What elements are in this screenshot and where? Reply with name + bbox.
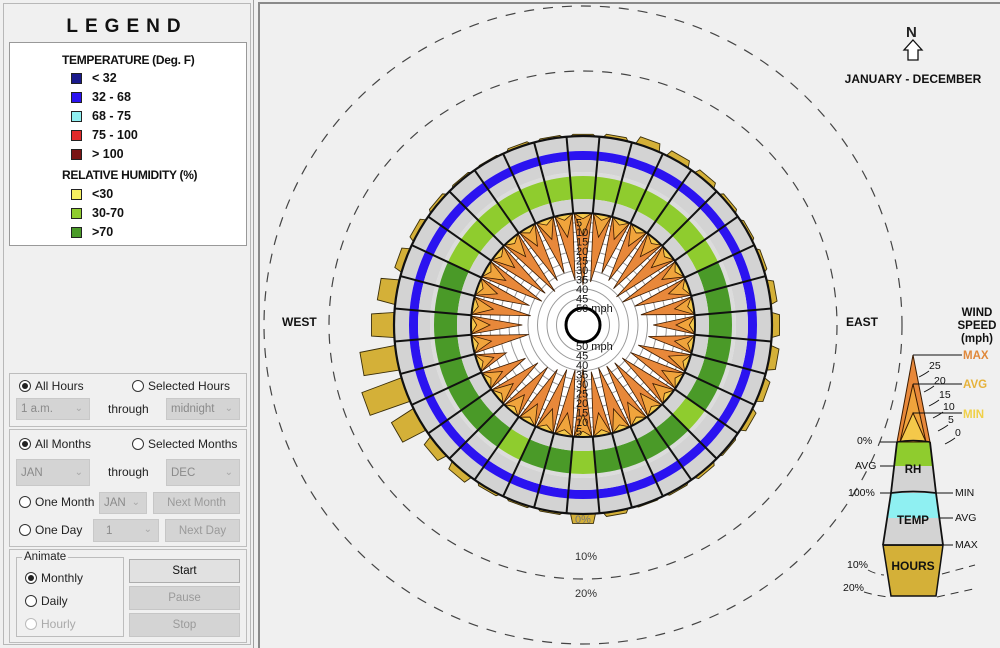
- wind-scale-tick-label: 20: [934, 375, 946, 387]
- rh-gap-band-segment: [569, 473, 597, 479]
- temp-max-band-segment: [566, 498, 600, 514]
- scale-min-label: MIN: [963, 409, 984, 421]
- wind-scale-tick: [918, 370, 930, 378]
- scale-hours-name: HOURS: [891, 559, 934, 573]
- temp-max-band-segment: [394, 308, 410, 342]
- scale-rh-0-label: 0%: [857, 435, 872, 447]
- rh-avg-band-segment: [570, 176, 596, 200]
- wind-scale-tick: [937, 424, 949, 432]
- temp-avg-band-segment: [567, 151, 599, 161]
- temp-avg-band-segment: [567, 489, 599, 500]
- scale-avg-label: AVG: [963, 379, 987, 391]
- hours-tick-20: 20%: [575, 588, 597, 600]
- temp-min-band-segment: [418, 310, 431, 340]
- scale-rh-name: RH: [905, 464, 922, 476]
- west-label: WEST: [282, 315, 317, 329]
- temp-avg-band-segment: [408, 309, 419, 341]
- wind-scale-tick: [923, 385, 935, 393]
- scale-rh-100-label: 100%: [848, 487, 875, 499]
- scale-hours-10-label: 10%: [847, 559, 868, 571]
- rh-gap-band-segment: [731, 311, 736, 339]
- scale-temp-min-label: MIN: [955, 487, 974, 499]
- temp-min-band-segment: [568, 160, 598, 173]
- scale-title-line3: (mph): [961, 333, 993, 345]
- rh-inner-band-segment: [457, 314, 472, 336]
- scale-temp-name: TEMP: [897, 515, 929, 527]
- scale-rh-avg: [894, 442, 933, 466]
- scale-temp-max-label: MAX: [955, 539, 978, 551]
- chart-title: JANUARY - DECEMBER: [845, 72, 982, 86]
- scale-hours-20-label: 20%: [843, 582, 864, 594]
- wind-scale-tick-label: 0: [955, 427, 961, 439]
- scale-temp-avg-label: AVG: [955, 512, 976, 524]
- wind-tick-label-bottom: 50 mph: [576, 341, 613, 353]
- wind-tick-label-top: 50 mph: [576, 303, 613, 315]
- rh-avg-band-segment: [708, 312, 732, 338]
- east-label: EAST: [846, 315, 879, 329]
- scale-title-line2: SPEED: [958, 320, 997, 332]
- wind-scale-tick-label: 15: [939, 389, 951, 401]
- rh-avg-band-segment: [434, 312, 458, 338]
- wind-scale-tick: [928, 399, 940, 407]
- temp-min-band-segment: [735, 310, 748, 340]
- temp-max-band-segment: [756, 308, 772, 342]
- hours-tick-10: 10%: [575, 551, 597, 563]
- scale-rh-avg-label: AVG: [855, 460, 876, 472]
- temp-min-band-segment: [568, 477, 598, 490]
- north-arrow-icon: [902, 39, 924, 61]
- rh-gap-band-segment: [569, 172, 597, 177]
- hours-bar: [371, 311, 395, 339]
- rh-inner-band-segment: [694, 314, 709, 336]
- scale-title-line1: WIND: [962, 307, 993, 319]
- temp-avg-band-segment: [747, 309, 757, 341]
- wind-wheel-chart: 551010151520202525303035354040454550 mph…: [263, 5, 997, 645]
- hours-bar: [359, 344, 400, 377]
- rh-avg-band-segment: [570, 450, 596, 474]
- wind-scale-tick-label: 25: [929, 360, 941, 372]
- wind-scale-tick: [944, 437, 956, 445]
- hours-tick-0: 0%: [575, 514, 591, 526]
- rh-inner-band-segment: [572, 436, 594, 451]
- north-label: N: [906, 24, 917, 41]
- wind-scale-tick-label: 5: [948, 414, 954, 426]
- temp-max-band-segment: [566, 136, 600, 152]
- rh-gap-band-segment: [430, 311, 435, 339]
- wind-scale-tick-label: 10: [943, 401, 955, 413]
- scale-max-label: MAX: [963, 350, 989, 362]
- rh-inner-band-segment: [572, 199, 594, 214]
